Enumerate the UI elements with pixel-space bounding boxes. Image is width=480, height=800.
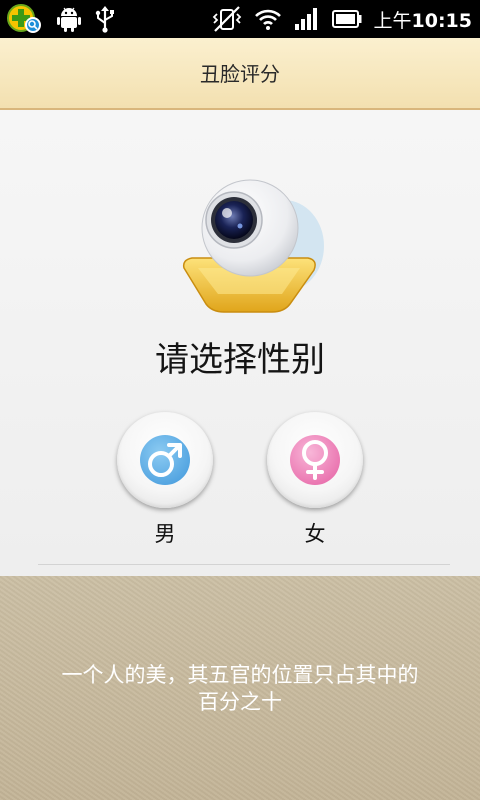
- quote-line-1: 一个人的美，其五官的位置只占其中的: [61, 663, 419, 687]
- female-label: 女: [304, 522, 326, 546]
- app-plus-search-icon: [7, 4, 41, 33]
- female-symbol-icon: [302, 440, 328, 480]
- clock-time: 10:15: [411, 9, 472, 32]
- male-button[interactable]: [117, 412, 213, 508]
- page-title: 丑脸评分: [200, 62, 280, 86]
- clock-am-pm: 上午: [373, 9, 412, 32]
- wifi-icon: [254, 9, 281, 30]
- android-icon: [57, 7, 81, 32]
- divider: [38, 564, 450, 565]
- title-bar: 丑脸评分: [0, 38, 480, 110]
- signal-icon: [294, 8, 317, 30]
- quote-area: 一个人的美，其五官的位置只占其中的 百分之十: [0, 576, 480, 800]
- female-button[interactable]: [267, 412, 363, 508]
- notification-icons: [6, 3, 116, 35]
- gender-prompt: 请选择性别: [155, 340, 325, 380]
- battery-icon: [331, 10, 361, 28]
- quote-line-2: 百分之十: [198, 690, 282, 714]
- male-label: 男: [154, 522, 176, 546]
- system-icons: 上午10:15: [212, 0, 473, 38]
- beauty-quote: 一个人的美，其五官的位置只占其中的 百分之十: [20, 662, 460, 716]
- status-clock: 上午10:15: [374, 6, 473, 33]
- usb-icon: [95, 6, 114, 33]
- vibrate-muted-icon: [212, 6, 241, 32]
- app-screen: 上午10:15 丑脸评分 请选择性别 男 女 一个人的美，其五官的位置只占其中的…: [0, 0, 480, 800]
- webcam-icon: [182, 179, 324, 313]
- gender-select-panel: 请选择性别 男 女: [0, 110, 480, 576]
- male-symbol-icon: [148, 443, 182, 477]
- status-bar: 上午10:15: [0, 0, 480, 38]
